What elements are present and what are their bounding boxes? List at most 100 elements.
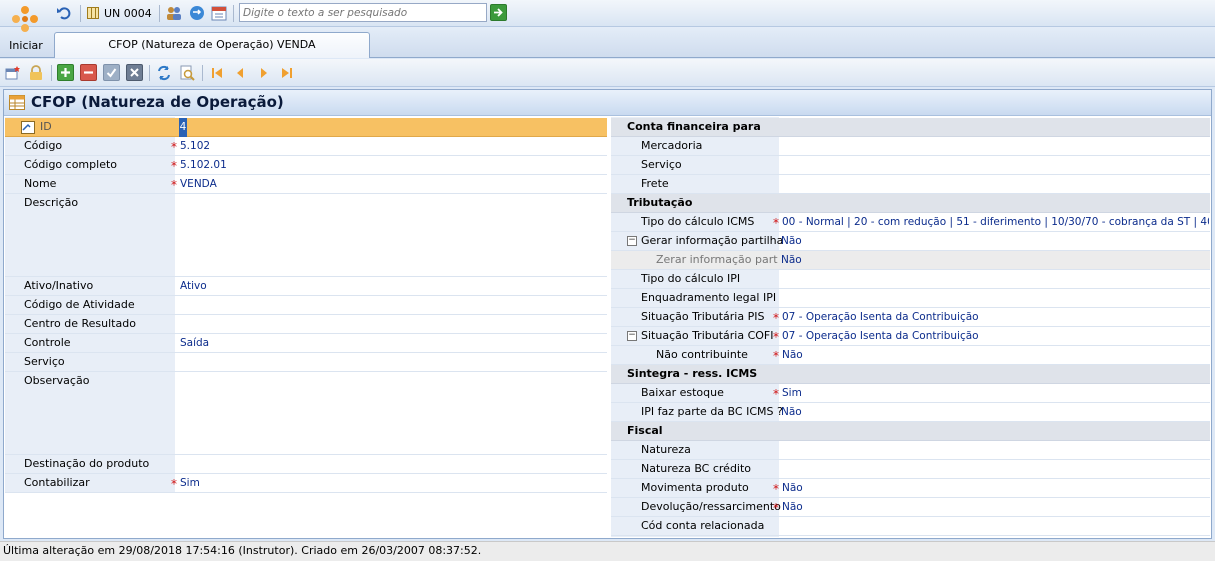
contabilizar-row[interactable]: Contabilizar * Sim bbox=[5, 474, 607, 493]
movimenta-produto-row[interactable]: Movimenta produto * Não bbox=[611, 479, 1210, 498]
centro-resultado-row[interactable]: Centro de Resultado bbox=[5, 315, 607, 334]
users-icon[interactable] bbox=[165, 4, 183, 22]
ipi-bc-icms-value[interactable]: Não bbox=[781, 403, 802, 422]
ativo-row[interactable]: Ativo/Inativo Ativo bbox=[5, 277, 607, 296]
id-row[interactable]: ID 4 bbox=[5, 118, 607, 137]
controle-value[interactable]: Saída bbox=[180, 334, 209, 353]
required-marker: * bbox=[773, 387, 779, 401]
section-fiscal: Fiscal bbox=[611, 422, 1210, 441]
section-conta-financeira: Conta financeira para bbox=[611, 118, 1210, 137]
codigo-label: Código bbox=[24, 139, 63, 152]
servico-row[interactable]: Serviço bbox=[5, 353, 607, 372]
codigo-completo-row[interactable]: Código completo * 5.102.01 bbox=[5, 156, 607, 175]
lock-icon[interactable] bbox=[27, 64, 45, 82]
calendar-icon[interactable] bbox=[210, 4, 228, 22]
preview-icon[interactable] bbox=[178, 64, 196, 82]
tab-home[interactable]: Iniciar bbox=[4, 36, 48, 56]
nome-label: Nome bbox=[24, 177, 57, 190]
movimenta-produto-value[interactable]: Não bbox=[782, 479, 803, 498]
observacao-row[interactable]: Observação bbox=[5, 372, 607, 455]
switch-icon[interactable] bbox=[188, 4, 206, 22]
codigo-row[interactable]: Código * 5.102 bbox=[5, 137, 607, 156]
remove-record-button[interactable] bbox=[80, 64, 97, 81]
movimenta-produto-label: Movimenta produto bbox=[641, 481, 749, 494]
destinacao-row[interactable]: Destinação do produto bbox=[5, 455, 607, 474]
natureza-bc-row[interactable]: Natureza BC crédito bbox=[611, 460, 1210, 479]
gerar-partilha-row[interactable]: − Gerar informação partilha Não bbox=[611, 232, 1210, 251]
tab-cfop[interactable]: CFOP (Natureza de Operação) VENDA bbox=[54, 32, 370, 58]
section-fiscal-label: Fiscal bbox=[627, 424, 663, 437]
panel-header: CFOP (Natureza de Operação) bbox=[4, 90, 1211, 116]
zerar-partilha-label: Zerar informação partilha bbox=[656, 253, 778, 266]
add-record-button[interactable] bbox=[57, 64, 74, 81]
situacao-cofins-value[interactable]: 07 - Operação Isenta da Contribuição bbox=[782, 327, 979, 346]
codigo-value[interactable]: 5.102 bbox=[180, 137, 210, 156]
situacao-pis-row[interactable]: Situação Tributária PIS * 07 - Operação … bbox=[611, 308, 1210, 327]
mercadoria-row[interactable]: Mercadoria bbox=[611, 137, 1210, 156]
enquadramento-ipi-label: Enquadramento legal IPI bbox=[641, 291, 777, 304]
section-tributacao-label: Tributação bbox=[627, 196, 693, 209]
nao-contribuinte-row[interactable]: Não contribuinte * Não bbox=[611, 346, 1210, 365]
next-record-icon[interactable] bbox=[255, 64, 273, 82]
situacao-cofins-row[interactable]: − Situação Tributária COFINS * 07 - Oper… bbox=[611, 327, 1210, 346]
required-marker: * bbox=[171, 477, 177, 491]
nao-contribuinte-value[interactable]: Não bbox=[782, 346, 803, 365]
tipo-calculo-icms-label: Tipo do cálculo ICMS bbox=[641, 215, 755, 228]
search-input[interactable] bbox=[239, 3, 487, 22]
nome-value[interactable]: VENDA bbox=[180, 175, 217, 194]
gerar-partilha-value[interactable]: Não bbox=[781, 232, 802, 251]
ipi-bc-icms-label: IPI faz parte da BC ICMS ? bbox=[641, 405, 783, 418]
first-record-icon[interactable] bbox=[208, 64, 226, 82]
tab-strip: Iniciar CFOP (Natureza de Operação) VEND… bbox=[0, 27, 1215, 58]
id-value[interactable]: 4 bbox=[179, 118, 187, 137]
status-bar: Última alteração em 29/08/2018 17:54:16 … bbox=[0, 541, 1215, 561]
tipo-calculo-icms-row[interactable]: Tipo do cálculo ICMS * 00 - Normal | 20 … bbox=[611, 213, 1210, 232]
status-text: Última alteração em 29/08/2018 17:54:16 … bbox=[3, 544, 482, 557]
ativo-value[interactable]: Ativo bbox=[180, 277, 207, 296]
nome-row[interactable]: Nome * VENDA bbox=[5, 175, 607, 194]
tipo-calculo-ipi-row[interactable]: Tipo do cálculo IPI bbox=[611, 270, 1210, 289]
natureza-bc-label: Natureza BC crédito bbox=[641, 462, 752, 475]
ipi-bc-icms-row[interactable]: IPI faz parte da BC ICMS ? Não bbox=[611, 403, 1210, 422]
situacao-pis-value[interactable]: 07 - Operação Isenta da Contribuição bbox=[782, 308, 979, 327]
search-go-button[interactable] bbox=[490, 4, 507, 21]
required-marker: * bbox=[773, 216, 779, 230]
last-record-icon[interactable] bbox=[278, 64, 296, 82]
collapse-icon[interactable]: − bbox=[627, 236, 637, 246]
confirm-button[interactable] bbox=[103, 64, 120, 81]
tipo-calculo-icms-value[interactable]: 00 - Normal | 20 - com redução | 51 - di… bbox=[782, 213, 1209, 232]
controle-row[interactable]: Controle Saída bbox=[5, 334, 607, 353]
section-conta-financeira-label: Conta financeira para bbox=[627, 120, 761, 133]
frete-row[interactable]: Frete bbox=[611, 175, 1210, 194]
new-window-icon[interactable] bbox=[4, 64, 22, 82]
natureza-row[interactable]: Natureza bbox=[611, 441, 1210, 460]
frete-label: Frete bbox=[641, 177, 669, 190]
centro-resultado-label: Centro de Resultado bbox=[24, 317, 136, 330]
page-title: CFOP (Natureza de Operação) bbox=[31, 93, 284, 111]
observacao-label: Observação bbox=[24, 374, 90, 387]
codigo-completo-value[interactable]: 5.102.01 bbox=[180, 156, 227, 175]
destinacao-label: Destinação do produto bbox=[24, 457, 150, 470]
enquadramento-ipi-row[interactable]: Enquadramento legal IPI bbox=[611, 289, 1210, 308]
previous-record-icon[interactable] bbox=[231, 64, 249, 82]
servico-conta-label: Serviço bbox=[641, 158, 682, 171]
baixar-estoque-value[interactable]: Sim bbox=[782, 384, 802, 403]
undo-icon[interactable] bbox=[55, 4, 73, 22]
contabilizar-value[interactable]: Sim bbox=[180, 474, 200, 493]
descricao-row[interactable]: Descrição bbox=[5, 194, 607, 277]
codigo-atividade-row[interactable]: Código de Atividade bbox=[5, 296, 607, 315]
app-logo-icon[interactable] bbox=[8, 2, 42, 36]
baixar-estoque-row[interactable]: Baixar estoque * Sim bbox=[611, 384, 1210, 403]
collapse-icon[interactable]: − bbox=[627, 331, 637, 341]
servico-conta-row[interactable]: Serviço bbox=[611, 156, 1210, 175]
controle-label: Controle bbox=[24, 336, 71, 349]
mercadoria-label: Mercadoria bbox=[641, 139, 703, 152]
unit-button[interactable]: UN 0004 bbox=[87, 4, 155, 22]
cancel-button[interactable] bbox=[126, 64, 143, 81]
cod-conta-row[interactable]: Cód conta relacionada bbox=[611, 517, 1210, 536]
unit-label: UN 0004 bbox=[104, 6, 152, 20]
devolucao-value[interactable]: Não bbox=[782, 498, 803, 517]
servico-label: Serviço bbox=[24, 355, 65, 368]
refresh-icon[interactable] bbox=[155, 64, 173, 82]
devolucao-row[interactable]: Devolução/ressarcimento * Não bbox=[611, 498, 1210, 517]
